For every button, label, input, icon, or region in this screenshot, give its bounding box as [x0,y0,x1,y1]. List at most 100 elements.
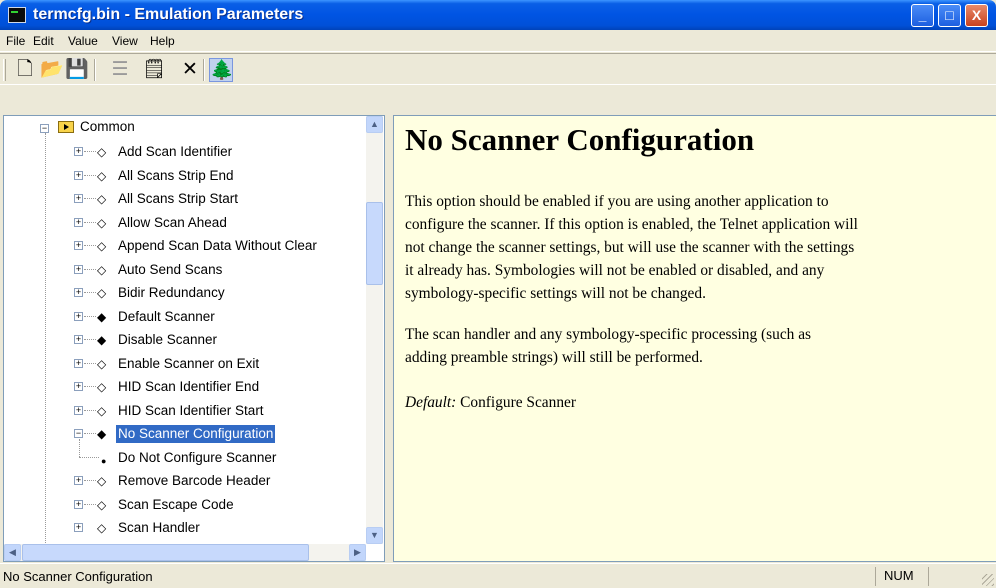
expand-icon[interactable]: + [74,476,83,485]
tree-content: − Common + ◇ Add Scan Identifier + ◇ All Scan… [4,116,366,544]
tree-connector [84,433,96,434]
open-diamond-icon: ◇ [97,521,107,535]
default-value: Configure Scanner [456,394,576,411]
expand-icon[interactable]: + [74,194,83,203]
tree-item-label: All Scans Strip Start [118,191,239,206]
tree-item-label: Allow Scan Ahead [118,214,227,230]
title-bar[interactable]: termcfg.bin - Emulation Parameters _ □ X [0,0,996,30]
menu-view-label: View [112,34,138,48]
tree-connector [84,480,96,481]
expand-icon[interactable]: + [74,311,83,321]
expand-icon[interactable]: + [74,382,83,391]
filled-diamond-icon: ◆ [97,427,107,441]
tree-connector [84,268,96,270]
detail-default: Default: Configure Scanner [405,391,996,414]
scroll-down-icon[interactable]: ▼ [366,527,383,544]
tree-connector [79,456,99,458]
filled-diamond-icon: ◆ [97,309,107,324]
tree-view[interactable]: − Common + ◇ Add Scan Identifier + ◇ All Scan… [3,115,385,562]
scroll-right-icon[interactable]: ▶ [349,544,366,561]
open-diamond-icon: ◇ [97,403,107,418]
default-label: Default: [405,394,457,411]
toolbar-separator [94,59,96,81]
terminal-app-icon [8,7,26,23]
expand-icon[interactable]: + [74,170,83,180]
open-diamond-icon: ◇ [97,286,107,300]
tree-connector [84,339,96,340]
maximize-button[interactable]: □ [938,4,961,27]
save-icon[interactable]: 💾 [65,58,89,82]
scroll-left-icon[interactable]: ◀ [4,544,21,561]
tree-item-label: Bidir Redundancy [118,285,225,300]
delete-icon[interactable]: ✕ [178,58,202,82]
tree-root-label: Common [80,119,135,134]
tree-item-label: All Scans Strip End [118,167,234,183]
open-folder-icon[interactable]: 📂 [40,58,64,82]
expand-icon[interactable]: + [74,499,83,509]
tree-child-connector [79,438,80,457]
tree-item-label: Add Scan Identifier [118,144,233,159]
tree-item-label: Scan Handler [118,520,200,535]
filled-diamond-icon: ◆ [97,333,107,347]
menu-help[interactable]: Help [150,34,175,48]
expand-icon[interactable]: + [74,523,83,532]
open-diamond-icon: ◇ [97,262,107,277]
expand-icon[interactable]: + [74,288,83,297]
close-button[interactable]: X [965,4,988,27]
vertical-scroll-thumb[interactable] [366,202,383,285]
status-bar: No Scanner Configuration NUM [0,563,996,588]
list-icon[interactable]: ☰ [108,58,132,82]
expand-icon[interactable]: + [74,335,83,344]
menu-edit-label: Edit [33,34,54,48]
expand-icon[interactable]: + [74,264,83,274]
tree-connector [84,409,96,411]
tree-connector [84,315,96,317]
tree-horizontal-scrollbar[interactable]: ◀ ▶ [4,544,366,561]
detail-p1-line-2: configure the scanner. If this option is… [405,216,858,233]
tree-connector [84,503,96,505]
new-file-icon[interactable]: 🗋 [13,58,37,82]
toolbar: 🗋 📂 💾 ☰ 🗒 ✕ 🌲 [0,53,996,85]
collapse-icon[interactable]: − [40,124,49,133]
expand-icon[interactable]: + [74,358,83,368]
menu-value[interactable]: Value [68,34,98,48]
tree-item-label: HID Scan Identifier End [118,379,260,394]
tree-view-icon[interactable]: 🌲 [209,58,234,82]
toolbar-grip[interactable] [3,59,6,81]
tree-child-label: Do Not Configure Scanner [118,449,277,465]
menu-edit[interactable]: Edit [33,34,54,48]
tree-connector [84,292,96,293]
collapse-icon[interactable]: − [74,429,83,438]
tree-item-label: Disable Scanner [118,332,218,347]
menu-file[interactable]: File [6,34,25,48]
tree-item-label: No Scanner Configuration [114,424,277,444]
tree-vertical-scrollbar[interactable]: ▲ ▼ [366,116,383,544]
tree-connector [84,174,96,176]
open-diamond-icon: ◇ [97,474,107,488]
open-diamond-icon: ◇ [97,168,107,183]
menu-file-label: File [6,34,26,48]
expand-icon[interactable]: + [74,241,83,250]
expand-icon[interactable]: + [74,147,83,156]
resize-grip-icon[interactable] [982,574,994,586]
properties-icon[interactable]: 🗒 [142,58,166,82]
open-diamond-icon: ◇ [97,239,107,253]
menu-help-label: Help [150,34,175,48]
window-title: termcfg.bin - Emulation Parameters [33,6,304,23]
tree-item-label: Scan Escape Code [118,496,234,512]
minimize-button[interactable]: _ [911,4,934,27]
toolbar-separator-2 [203,59,205,81]
detail-p1-line-1: This option should be enabled if you are… [405,193,829,210]
tree-connector [84,386,96,387]
expand-icon[interactable]: + [74,405,83,415]
tree-connector [84,151,96,152]
tree-connector [84,221,96,223]
menu-view[interactable]: View [112,34,138,48]
expand-icon[interactable]: + [74,217,83,227]
tree-item-label: Auto Send Scans [118,261,223,277]
menu-value-label: Value [68,34,98,48]
detail-paragraph-1: This option should be enabled if you are… [405,190,996,305]
scroll-up-icon[interactable]: ▲ [366,116,383,133]
folder-icon [58,121,74,133]
horizontal-scroll-thumb[interactable] [22,544,309,561]
